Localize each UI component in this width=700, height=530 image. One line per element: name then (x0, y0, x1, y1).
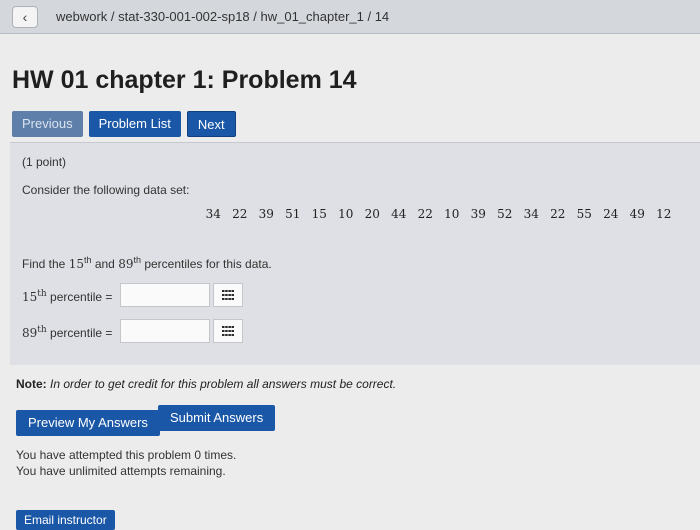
data-value: 39 (258, 207, 274, 221)
data-value: 51 (285, 207, 301, 221)
data-value: 12 (656, 207, 672, 221)
data-value: 49 (629, 207, 645, 221)
data-value: 22 (232, 207, 248, 221)
problem-navigation: Previous Problem List Next (12, 111, 236, 137)
attempt-status: You have attempted this problem 0 times.… (16, 447, 236, 479)
answer-label-text: percentile = (46, 326, 113, 340)
answer-label-sup: th (37, 325, 47, 335)
answer-label-sup: th (37, 289, 47, 299)
data-value: 10 (444, 207, 460, 221)
breadcrumb: webwork / stat-330-001-002-sp18 / hw_01_… (56, 9, 390, 24)
question-part1: Find the (22, 257, 69, 271)
chevron-left-icon: ‹ (22, 9, 28, 25)
question-text: Find the 15th and 89th percentiles for t… (22, 255, 272, 271)
answer-label-15th: 15th percentile = (22, 289, 112, 304)
browser-toolbar: ‹ webwork / stat-330-001-002-sp18 / hw_0… (0, 0, 700, 34)
data-set: 34 22 39 51 15 10 20 44 22 10 39 52 34 22 55 24 49 12 (200, 207, 677, 221)
question-p1-num: 15 (68, 257, 84, 271)
answer-input-15th-percentile[interactable] (120, 283, 210, 307)
data-value: 34 (523, 207, 539, 221)
back-button[interactable]: ‹ (12, 6, 38, 28)
question-p1-sup: th (83, 255, 92, 265)
problem-list-button[interactable]: Problem List (88, 111, 181, 137)
grid-icon (222, 290, 234, 300)
answer-input-89th-percentile[interactable] (120, 319, 210, 343)
problem-intro: Consider the following data set: (22, 183, 190, 197)
submit-answers-button[interactable]: Submit Answers (158, 405, 276, 431)
attempts-used: You have attempted this problem 0 times. (16, 448, 237, 462)
question-part3: percentiles for this data. (141, 257, 272, 271)
data-value: 55 (576, 207, 592, 221)
credit-note: Note: In order to get credit for this pr… (16, 377, 396, 391)
data-value: 15 (311, 207, 327, 221)
data-value: 44 (391, 207, 407, 221)
data-value: 10 (338, 207, 354, 221)
data-value: 20 (364, 207, 380, 221)
question-p2-num: 89 (118, 257, 134, 271)
next-button[interactable]: Next (186, 111, 236, 137)
problem-points: (1 point) (22, 155, 67, 169)
preview-answers-button[interactable]: Preview My Answers (16, 410, 160, 436)
data-value: 39 (470, 207, 486, 221)
answer-label-text: percentile = (46, 290, 113, 304)
email-instructor-button[interactable]: Email instructor (16, 510, 115, 530)
question-part2: and (91, 257, 119, 271)
data-value: 22 (550, 207, 566, 221)
previous-button[interactable]: Previous (12, 111, 83, 137)
answer-palette-button[interactable] (213, 319, 243, 343)
data-value: 34 (205, 207, 221, 221)
data-value: 24 (603, 207, 619, 221)
data-value: 22 (417, 207, 433, 221)
answer-label-num: 89 (22, 326, 38, 340)
page-title: HW 01 chapter 1: Problem 14 (12, 66, 357, 94)
answer-label-89th: 89th percentile = (22, 325, 112, 340)
grid-icon (222, 326, 234, 336)
question-p2-sup: th (133, 255, 141, 265)
attempts-remaining: You have unlimited attempts remaining. (16, 464, 226, 478)
note-text: In order to get credit for this problem … (46, 377, 397, 391)
answer-label-num: 15 (22, 290, 38, 304)
data-value: 52 (497, 207, 513, 221)
note-label: Note: (16, 377, 47, 391)
problem-panel: (1 point) Consider the following data se… (10, 142, 700, 365)
answer-palette-button[interactable] (213, 283, 243, 307)
